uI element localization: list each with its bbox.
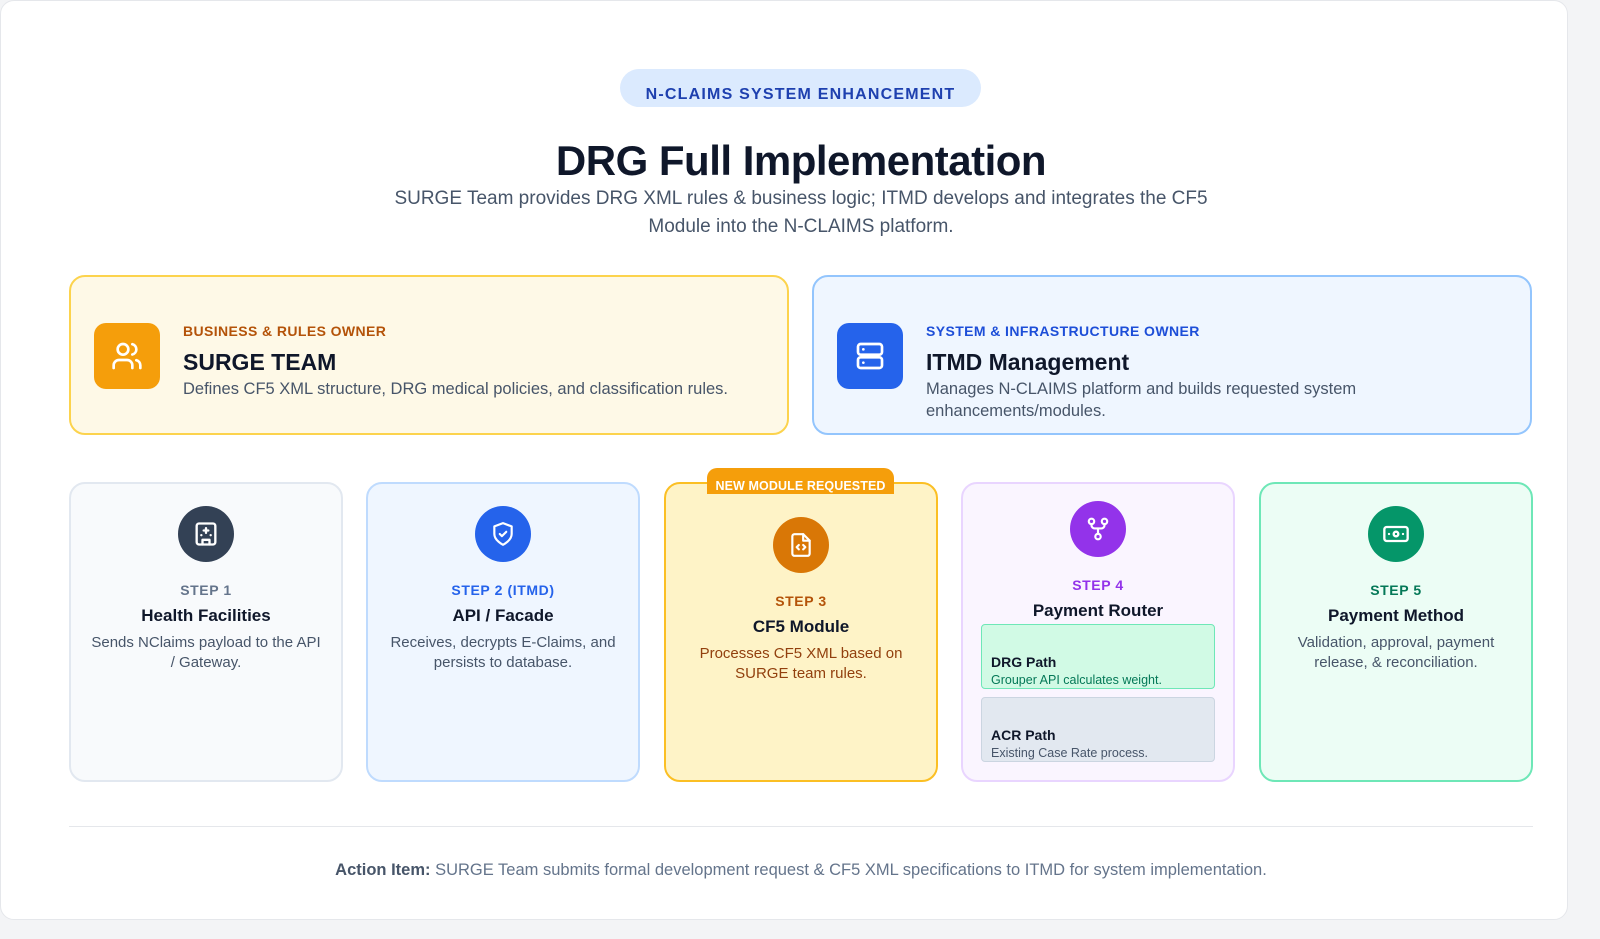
server-icon [837,323,903,389]
step-name: Health Facilities [141,606,271,625]
step-label: STEP 5 [1370,582,1422,598]
drg-path-box: DRG Path Grouper API calculates weight. [981,624,1215,689]
step-name: Payment Method [1327,606,1465,625]
footer-divider [69,826,1533,827]
step-name: Payment Router [1032,601,1164,620]
step-card-api-facade: STEP 2 (ITMD) API / Facade Receives, dec… [366,482,640,782]
diagram-frame: N-CLAIMS SYSTEM ENHANCEMENT DRG Full Imp… [0,0,1568,920]
step-card-payment-router: STEP 4 Payment Router DRG Path Grouper A… [961,482,1235,782]
owner-kicker: BUSINESS & RULES OWNER [183,323,387,339]
hospital-icon [178,506,234,562]
step-label: STEP 4 [1072,577,1124,593]
step-card-cf5-module: NEW MODULE REQUESTED STEP 3 CF5 Module P… [664,468,938,782]
step-name: API / Facade [452,606,554,625]
path-description: Grouper API calculates weight. [991,673,1162,687]
banknote-icon [1368,506,1424,562]
action-item-text: SURGE Team submits formal development re… [435,861,1267,879]
path-name: ACR Path [991,727,1056,743]
header-badge: N-CLAIMS SYSTEM ENHANCEMENT [620,69,981,107]
page-subtitle: SURGE Team provides DRG XML rules & busi… [394,188,1208,237]
step-card-payment-method: STEP 5 Payment Method Validation, approv… [1259,482,1533,782]
step-description: Sends NClaims payload to the API / Gatew… [91,634,321,671]
step-description: Processes CF5 XML based on SURGE team ru… [699,645,903,682]
owner-name: ITMD Management [926,349,1130,375]
step-description: Receives, decrypts E-Claims, and persist… [390,634,616,671]
step-name: CF5 Module [752,617,850,636]
git-fork-icon [1070,501,1126,557]
owner-description: Defines CF5 XML structure, DRG medical p… [183,380,729,398]
action-item: Action Item: SURGE Team submits formal d… [1,861,1600,880]
page-title: DRG Full Implementation [555,137,1047,184]
step-label: STEP 1 [180,582,232,598]
file-code-icon [773,517,829,573]
users-icon [94,323,160,389]
acr-path-box: ACR Path Existing Case Rate process. [981,697,1215,762]
owner-card-itmd: SYSTEM & INFRASTRUCTURE OWNER ITMD Manag… [812,275,1532,435]
path-name: DRG Path [991,654,1057,670]
step-label: STEP 2 (ITMD) [451,582,555,598]
owner-kicker: SYSTEM & INFRASTRUCTURE OWNER [926,323,1200,339]
owner-description: Manages N-CLAIMS platform and builds req… [926,380,1357,420]
step-card-health-facilities: STEP 1 Health Facilities Sends NClaims p… [69,482,343,782]
step-description: Validation, approval, payment release, &… [1297,634,1495,671]
action-item-label: Action Item: [335,861,431,879]
owner-name: SURGE TEAM [183,349,337,375]
path-description: Existing Case Rate process. [991,746,1149,760]
owner-card-surge: BUSINESS & RULES OWNER SURGE TEAM Define… [69,275,789,435]
new-module-tag: NEW MODULE REQUESTED [707,468,894,494]
shield-check-icon [475,506,531,562]
step-label: STEP 3 [775,593,827,609]
